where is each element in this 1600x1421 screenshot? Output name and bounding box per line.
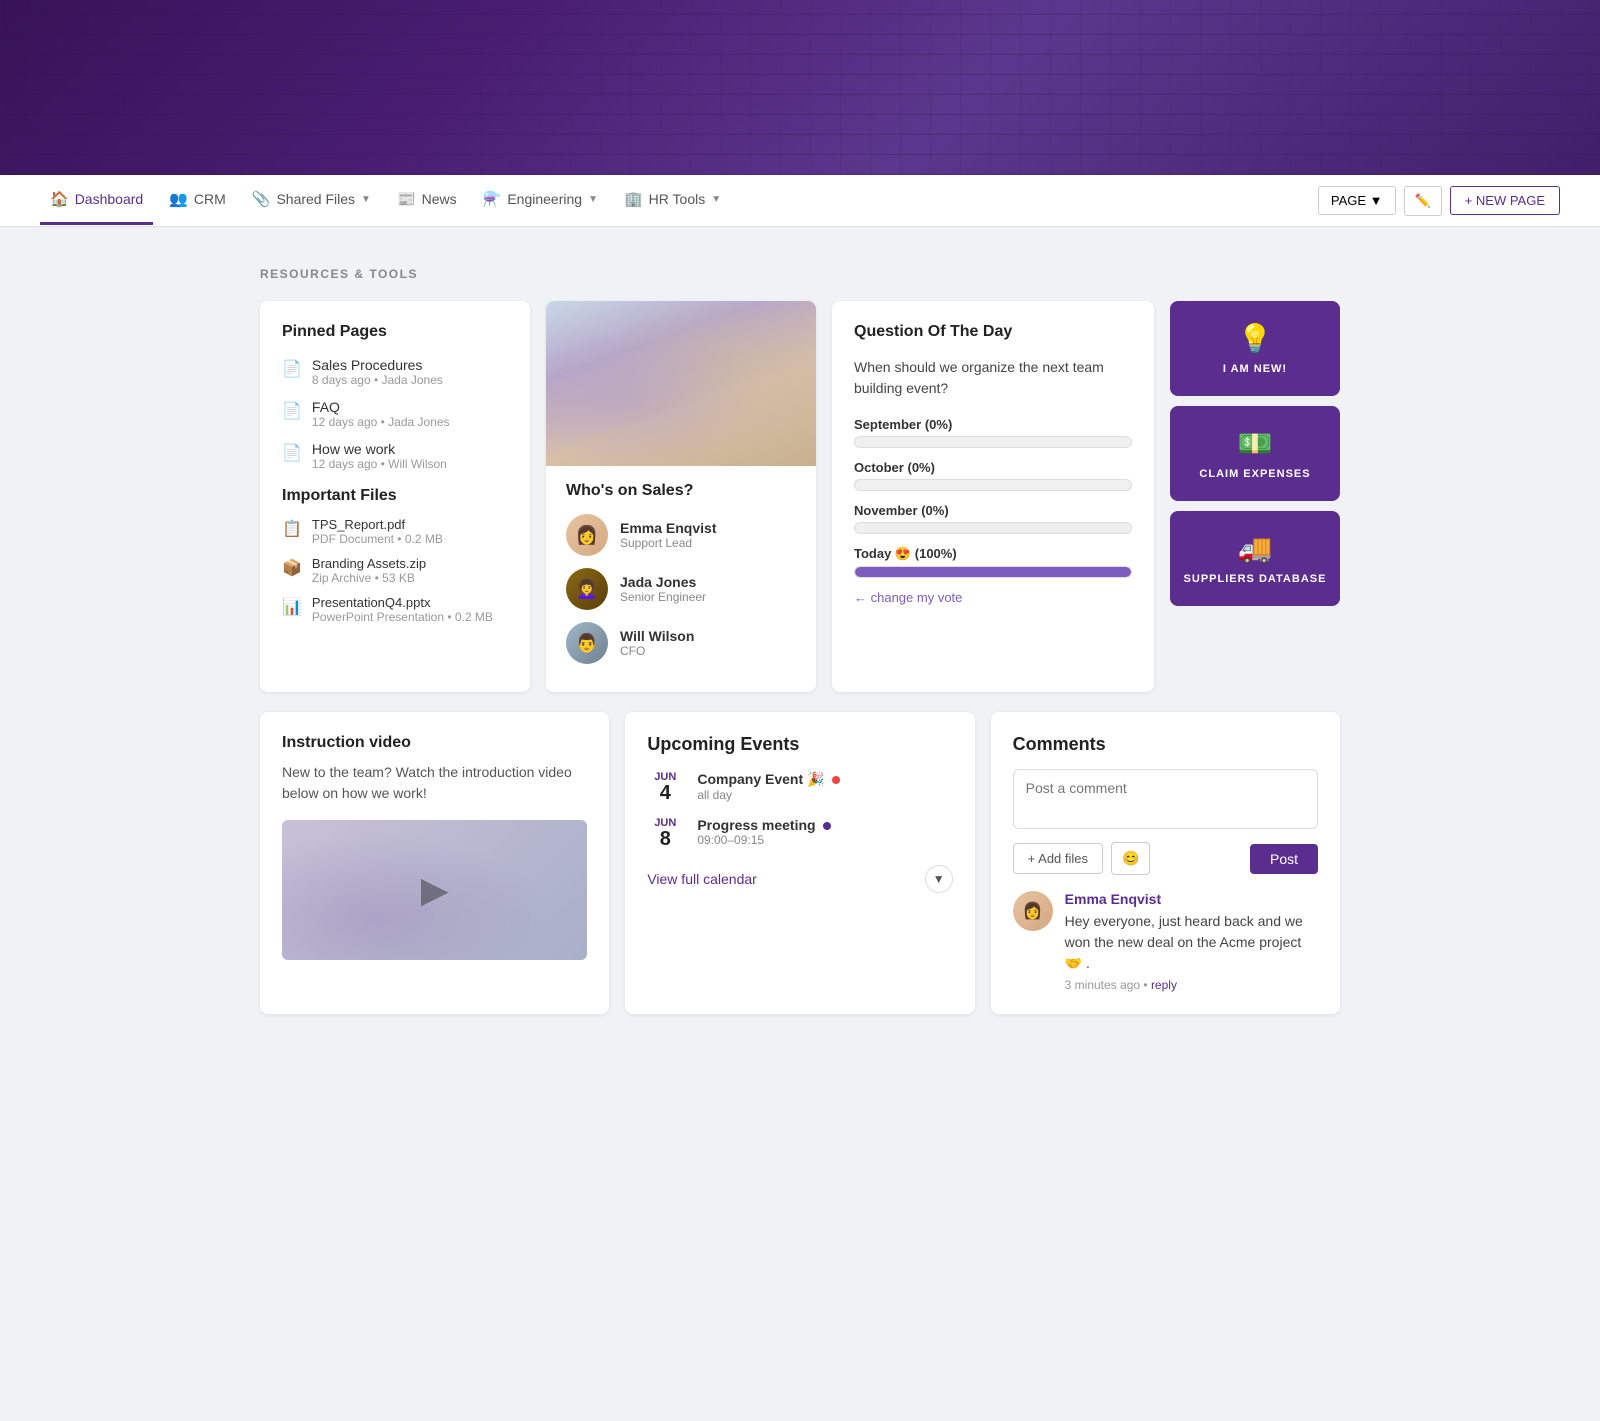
avatar-emma: 👩 bbox=[566, 514, 608, 556]
comments-title: Comments bbox=[1013, 734, 1318, 755]
post-button[interactable]: Post bbox=[1250, 844, 1318, 874]
comment-actions: + Add files 😊 Post bbox=[1013, 842, 1318, 875]
suppliers-database-button[interactable]: 🚚 SUPPLIERS DATABASE bbox=[1170, 511, 1340, 606]
navigation: 🏠 Dashboard 👥 CRM 📎 Shared Files ▼ 📰 New… bbox=[0, 175, 1600, 227]
nav-right: PAGE ▼ ✏️ + NEW PAGE bbox=[1318, 186, 1560, 216]
shared-files-icon: 📎 bbox=[252, 190, 271, 208]
i-am-new-button[interactable]: 💡 I AM NEW! bbox=[1170, 301, 1340, 396]
add-files-button[interactable]: + Add files bbox=[1013, 843, 1103, 874]
person-jada[interactable]: 👩‍🦱 Jada Jones Senior Engineer bbox=[566, 568, 796, 610]
nav-engineering[interactable]: ⚗️ Engineering ▼ bbox=[473, 176, 608, 225]
pinned-pages-card: Pinned Pages 📄 Sales Procedures 8 days a… bbox=[260, 301, 530, 692]
chevron-down-icon: ▼ bbox=[588, 194, 598, 205]
new-page-button[interactable]: + NEW PAGE bbox=[1450, 186, 1560, 215]
poll-option-september: September (0%) bbox=[854, 417, 1132, 448]
section-title: RESOURCES & TOOLS bbox=[260, 267, 1340, 281]
list-item[interactable]: 📄 FAQ 12 days ago • Jada Jones bbox=[282, 399, 508, 429]
desk-visual bbox=[546, 301, 816, 466]
comments-card: Comments + Add files 😊 Post 👩 Emma Enqvi… bbox=[991, 712, 1340, 1014]
poll-option-october: October (0%) bbox=[854, 460, 1132, 491]
comment-item: 👩 Emma Enqvist Hey everyone, just heard … bbox=[1013, 891, 1318, 992]
sales-title: Who's on Sales? bbox=[566, 482, 796, 500]
instruction-video-card: Instruction video New to the team? Watch… bbox=[260, 712, 609, 1014]
list-item[interactable]: 📊 PresentationQ4.pptx PowerPoint Present… bbox=[282, 595, 508, 624]
hero-banner bbox=[0, 0, 1600, 175]
events-title: Upcoming Events bbox=[647, 734, 952, 755]
instruction-text: New to the team? Watch the introduction … bbox=[282, 762, 587, 804]
edit-icon: ✏️ bbox=[1415, 193, 1431, 208]
list-item[interactable]: 📄 How we work 12 days ago • Will Wilson bbox=[282, 441, 508, 471]
sales-body: Who's on Sales? 👩 Emma Enqvist Support L… bbox=[546, 466, 816, 692]
claim-expenses-button[interactable]: 💵 CLAIM EXPENSES bbox=[1170, 406, 1340, 501]
pinned-pages-title: Pinned Pages bbox=[282, 323, 508, 341]
upcoming-events-card: Upcoming Events JUN 4 Company Event 🎉 al… bbox=[625, 712, 974, 1014]
file-icon: 📋 bbox=[282, 519, 302, 539]
poll-option-today: Today 😍 (100%) bbox=[854, 546, 1132, 578]
sales-card: Who's on Sales? 👩 Emma Enqvist Support L… bbox=[546, 301, 816, 692]
nav-items: 🏠 Dashboard 👥 CRM 📎 Shared Files ▼ 📰 New… bbox=[40, 176, 1318, 225]
document-icon: 📄 bbox=[282, 401, 302, 421]
chevron-down-icon: ▼ bbox=[361, 194, 371, 205]
person-will[interactable]: 👨 Will Wilson CFO bbox=[566, 622, 796, 664]
video-thumbnail[interactable]: ▶ bbox=[282, 820, 587, 960]
change-vote-link[interactable]: ← change my vote bbox=[854, 590, 1132, 605]
important-files-list: 📋 TPS_Report.pdf PDF Document • 0.2 MB 📦… bbox=[282, 517, 508, 624]
event-company[interactable]: JUN 4 Company Event 🎉 all day bbox=[647, 771, 952, 803]
comment-input[interactable] bbox=[1013, 769, 1318, 829]
bottom-grid: Instruction video New to the team? Watch… bbox=[260, 712, 1340, 1014]
top-grid: Pinned Pages 📄 Sales Procedures 8 days a… bbox=[260, 301, 1340, 692]
avatar-jada: 👩‍🦱 bbox=[566, 568, 608, 610]
avatar-emma-comment: 👩 bbox=[1013, 891, 1053, 931]
sales-image bbox=[546, 301, 816, 466]
pinned-pages-list: 📄 Sales Procedures 8 days ago • Jada Jon… bbox=[282, 357, 508, 471]
nav-news[interactable]: 📰 News bbox=[387, 176, 467, 225]
chevron-down-icon: ▼ bbox=[711, 194, 721, 205]
person-emma[interactable]: 👩 Emma Enqvist Support Lead bbox=[566, 514, 796, 556]
chevron-down-icon: ▼ bbox=[925, 865, 953, 893]
dollar-icon: 💵 bbox=[1238, 427, 1273, 460]
main-content: RESOURCES & TOOLS Pinned Pages 📄 Sales P… bbox=[240, 227, 1360, 1054]
hero-overlay bbox=[0, 0, 1600, 175]
view-calendar-link[interactable]: View full calendar ▼ bbox=[647, 865, 952, 893]
hr-tools-icon: 🏢 bbox=[624, 190, 643, 208]
play-icon: ▶ bbox=[421, 869, 449, 911]
truck-icon: 🚚 bbox=[1238, 532, 1273, 565]
event-dot-red bbox=[832, 776, 840, 784]
engineering-icon: ⚗️ bbox=[483, 190, 502, 208]
poll-option-november: November (0%) bbox=[854, 503, 1132, 534]
poll-bar-today bbox=[855, 567, 1131, 577]
list-item[interactable]: 📋 TPS_Report.pdf PDF Document • 0.2 MB bbox=[282, 517, 508, 546]
nav-dashboard[interactable]: 🏠 Dashboard bbox=[40, 176, 153, 225]
instruction-title: Instruction video bbox=[282, 734, 587, 752]
question-text: When should we organize the next team bu… bbox=[854, 357, 1132, 399]
nav-hr-tools[interactable]: 🏢 HR Tools ▼ bbox=[614, 176, 731, 225]
edit-button[interactable]: ✏️ bbox=[1404, 186, 1442, 216]
document-icon: 📄 bbox=[282, 443, 302, 463]
file-icon: 📦 bbox=[282, 558, 302, 578]
lightbulb-icon: 💡 bbox=[1238, 322, 1273, 355]
page-button[interactable]: PAGE ▼ bbox=[1318, 186, 1396, 215]
list-item[interactable]: 📦 Branding Assets.zip Zip Archive • 53 K… bbox=[282, 556, 508, 585]
reply-link[interactable]: reply bbox=[1151, 978, 1177, 992]
avatar-will: 👨 bbox=[566, 622, 608, 664]
crm-icon: 👥 bbox=[169, 190, 188, 208]
nav-crm[interactable]: 👥 CRM bbox=[159, 176, 236, 225]
question-card: Question Of The Day When should we organ… bbox=[832, 301, 1154, 692]
file-icon: 📊 bbox=[282, 597, 302, 617]
document-icon: 📄 bbox=[282, 359, 302, 379]
question-title: Question Of The Day bbox=[854, 323, 1132, 341]
action-buttons-column: 💡 I AM NEW! 💵 CLAIM EXPENSES 🚚 SUPPLIERS… bbox=[1170, 301, 1340, 692]
emoji-button[interactable]: 😊 bbox=[1111, 842, 1150, 875]
home-icon: 🏠 bbox=[50, 190, 69, 208]
event-meeting[interactable]: JUN 8 Progress meeting 09:00–09:15 bbox=[647, 817, 952, 849]
important-files-title: Important Files bbox=[282, 487, 508, 505]
list-item[interactable]: 📄 Sales Procedures 8 days ago • Jada Jon… bbox=[282, 357, 508, 387]
nav-shared-files[interactable]: 📎 Shared Files ▼ bbox=[242, 176, 381, 225]
news-icon: 📰 bbox=[397, 190, 416, 208]
event-dot-blue bbox=[823, 822, 831, 830]
